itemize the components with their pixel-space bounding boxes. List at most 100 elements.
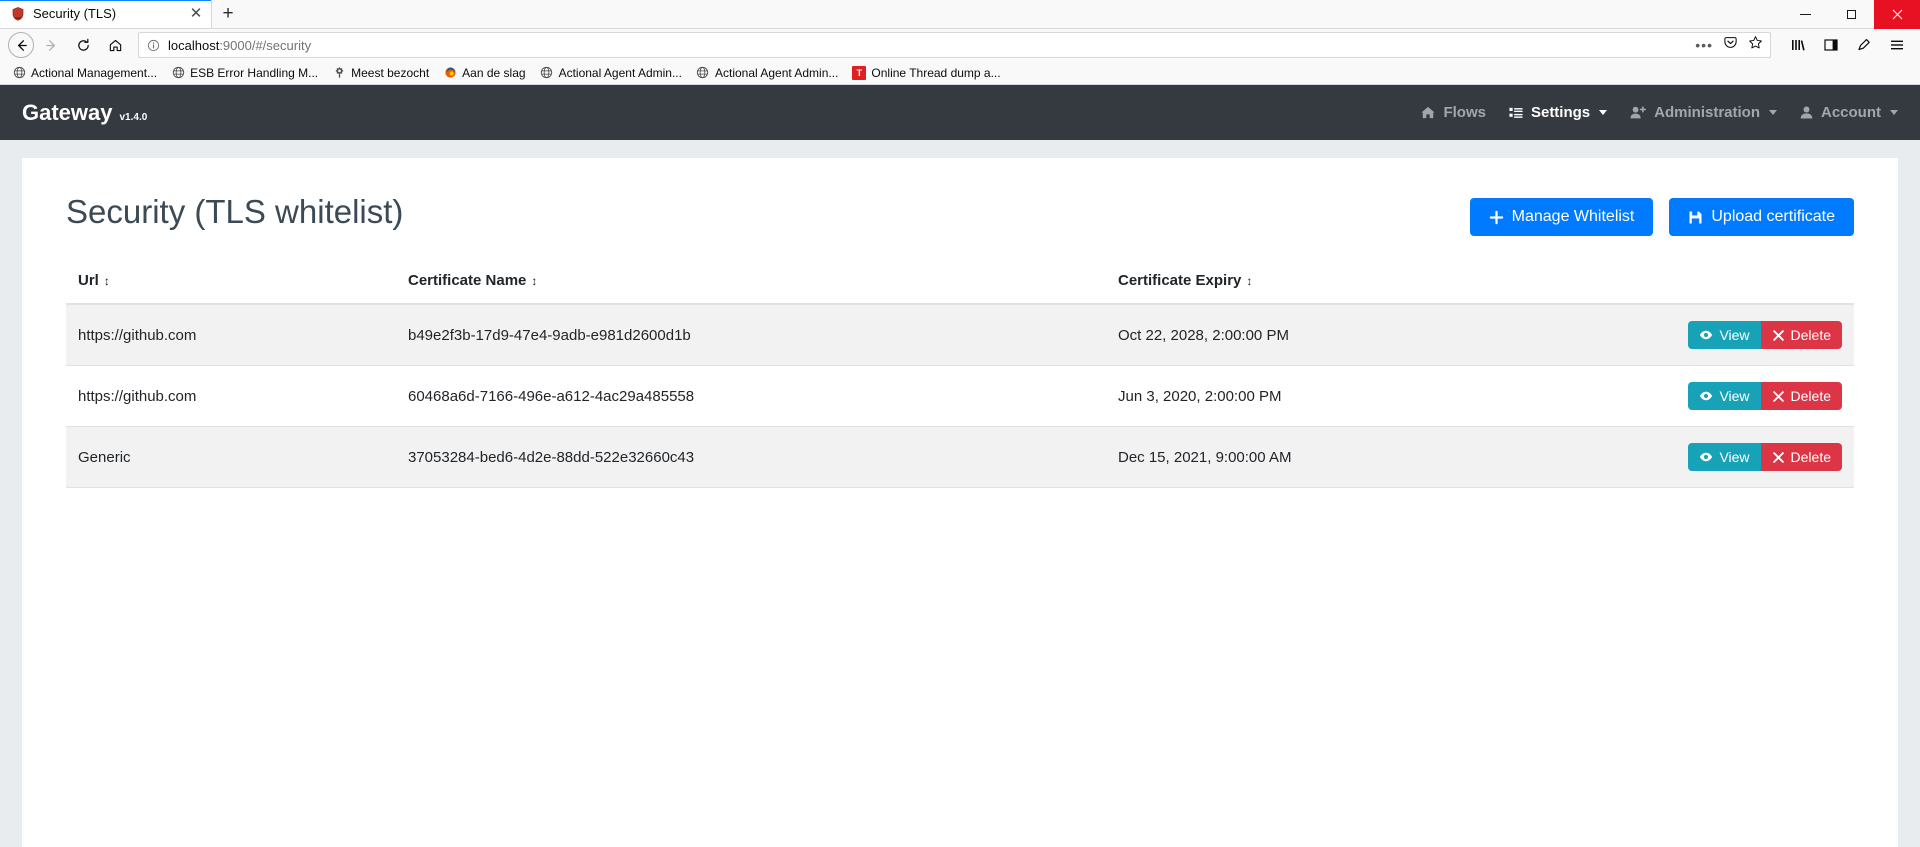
nav-label: Administration: [1654, 104, 1760, 121]
sort-icon[interactable]: ↕: [104, 274, 110, 288]
screenshot-icon[interactable]: [1849, 31, 1879, 59]
close-icon: [1772, 390, 1785, 403]
delete-label: Delete: [1790, 327, 1831, 343]
column-header-actions: [1674, 272, 1854, 305]
nav-label: Flows: [1443, 104, 1486, 121]
sidebar-icon[interactable]: [1816, 31, 1846, 59]
bookmark-item[interactable]: ESB Error Handling M...: [165, 64, 324, 82]
page-viewport: Gateway v1.4.0 Flows Settings Administra…: [0, 85, 1920, 847]
new-tab-button[interactable]: +: [212, 0, 244, 28]
bookmark-item[interactable]: T Online Thread dump a...: [846, 64, 1006, 82]
url-input[interactable]: localhost:9000/#/security: [168, 38, 1688, 53]
nav-label: Account: [1821, 104, 1881, 121]
view-label: View: [1719, 388, 1750, 404]
delete-button[interactable]: Delete: [1760, 382, 1842, 410]
column-header-certificate-name[interactable]: Certificate Name ↕: [396, 272, 1106, 305]
list-icon: [1508, 105, 1524, 120]
view-button[interactable]: View: [1688, 321, 1761, 349]
eye-icon: [1699, 389, 1713, 403]
row-action-group: View Delete: [1688, 321, 1842, 349]
bookmark-item[interactable]: Actional Agent Admin...: [534, 64, 688, 82]
table-row: https://github.com b49e2f3b-17d9-47e4-9a…: [66, 304, 1854, 366]
row-action-group: View Delete: [1688, 382, 1842, 410]
button-label: Upload certificate: [1711, 208, 1835, 225]
info-circle-icon[interactable]: [146, 38, 161, 53]
star-icon[interactable]: [1748, 35, 1763, 55]
browser-toolbar: localhost:9000/#/security •••: [0, 29, 1920, 61]
delete-button[interactable]: Delete: [1760, 443, 1842, 471]
page-header: Security (TLS whitelist) Manage Whitelis…: [66, 192, 1854, 236]
cell-certificate-name: 37053284-bed6-4d2e-88dd-522e32660c43: [396, 426, 1106, 488]
manage-whitelist-button[interactable]: Manage Whitelist: [1469, 198, 1654, 236]
cell-actions: View Delete: [1674, 426, 1854, 488]
save-icon: [1688, 210, 1703, 225]
back-arrow-icon[interactable]: [8, 32, 34, 58]
sort-icon[interactable]: ↕: [1246, 274, 1252, 288]
reload-icon[interactable]: [68, 31, 98, 59]
thread-dump-icon: T: [852, 65, 867, 80]
page-title: Security (TLS whitelist): [66, 193, 404, 230]
table-row: https://github.com 60468a6d-7166-496e-a6…: [66, 365, 1854, 427]
bookmark-item[interactable]: Actional Agent Admin...: [690, 64, 844, 82]
nav-item-settings[interactable]: Settings: [1508, 104, 1608, 121]
cell-certificate-expiry: Jun 3, 2020, 2:00:00 PM: [1106, 365, 1674, 427]
cell-certificate-name: b49e2f3b-17d9-47e4-9adb-e981d2600d1b: [396, 304, 1106, 366]
delete-button[interactable]: Delete: [1760, 321, 1842, 349]
sort-icon[interactable]: ↕: [531, 274, 537, 288]
security-shield-favicon: [10, 6, 26, 22]
column-label: Certificate Name: [408, 272, 527, 289]
brand-name: Gateway: [22, 99, 113, 125]
page-header-actions: Manage Whitelist Upload certificate: [1469, 192, 1854, 236]
column-label: Certificate Expiry: [1118, 272, 1242, 289]
view-button[interactable]: View: [1688, 443, 1761, 471]
menu-icon[interactable]: [1882, 31, 1912, 59]
browser-window: Security (TLS) ✕ + localhost:9000/#/secu…: [0, 0, 1920, 847]
column-label: Url: [78, 272, 99, 289]
maximize-icon[interactable]: [1828, 0, 1874, 29]
view-label: View: [1719, 449, 1750, 465]
window-close-icon[interactable]: [1874, 0, 1920, 29]
cell-certificate-expiry: Dec 15, 2021, 9:00:00 AM: [1106, 426, 1674, 488]
tab-strip: Security (TLS) ✕ +: [0, 0, 1920, 29]
bookmark-label: Actional Management...: [31, 65, 158, 80]
globe-icon: [540, 66, 554, 80]
close-icon[interactable]: ✕: [187, 5, 205, 23]
window-controls: [1782, 0, 1920, 29]
url-host: localhost: [168, 37, 220, 53]
delete-label: Delete: [1790, 449, 1831, 465]
bookmark-item[interactable]: Actional Management...: [6, 64, 163, 82]
bookmark-item[interactable]: Aan de slag: [437, 64, 531, 82]
close-icon: [1772, 451, 1785, 464]
app-brand[interactable]: Gateway v1.4.0: [22, 100, 147, 126]
button-label: Manage Whitelist: [1511, 208, 1635, 225]
forward-arrow-icon[interactable]: [36, 31, 66, 59]
view-button[interactable]: View: [1688, 382, 1761, 410]
cell-certificate-name: 60468a6d-7166-496e-a612-4ac29a485558: [396, 365, 1106, 427]
nav-item-account[interactable]: Account: [1799, 104, 1898, 121]
url-bar[interactable]: localhost:9000/#/security •••: [138, 32, 1771, 58]
bookmark-item[interactable]: Meest bezocht: [326, 64, 435, 82]
nav-label: Settings: [1530, 104, 1591, 121]
chevron-down-icon: [1769, 110, 1777, 115]
table-row: Generic 37053284-bed6-4d2e-88dd-522e3266…: [66, 426, 1854, 488]
page-actions-icon[interactable]: •••: [1695, 37, 1713, 53]
nav-item-administration[interactable]: Administration: [1629, 104, 1777, 121]
upload-certificate-button[interactable]: Upload certificate: [1669, 198, 1854, 236]
library-icon[interactable]: [1783, 31, 1813, 59]
globe-icon: [696, 66, 710, 80]
gear-icon: [332, 66, 346, 80]
column-header-certificate-expiry[interactable]: Certificate Expiry ↕: [1106, 272, 1674, 305]
nav-item-flows[interactable]: Flows: [1420, 104, 1486, 121]
cell-actions: View Delete: [1674, 304, 1854, 366]
cell-actions: View Delete: [1674, 365, 1854, 427]
brand-version: v1.4.0: [119, 111, 148, 123]
tab-title: Security (TLS): [33, 6, 117, 21]
pocket-icon[interactable]: [1723, 35, 1738, 55]
browser-tab[interactable]: Security (TLS) ✕: [0, 0, 212, 28]
minimize-icon[interactable]: [1782, 0, 1828, 29]
home-icon[interactable]: [100, 31, 130, 59]
table-header-row: Url ↕ Certificate Name ↕ Certificate Expir…: [66, 272, 1854, 305]
column-header-url[interactable]: Url ↕: [66, 272, 396, 305]
bookmark-label: Actional Agent Admin...: [714, 65, 839, 80]
close-icon: [1772, 329, 1785, 342]
